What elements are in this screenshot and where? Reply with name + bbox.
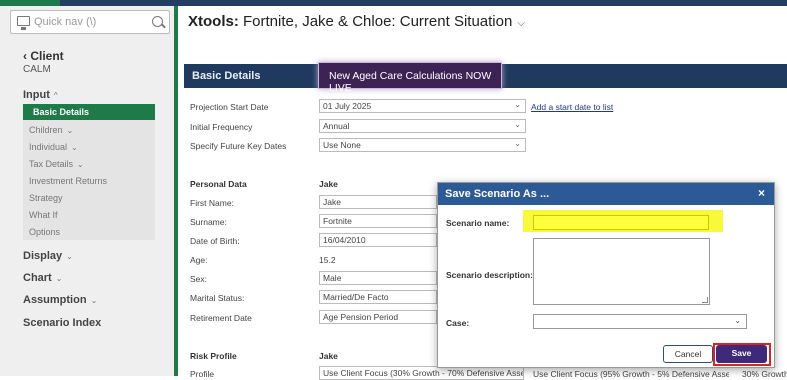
monitor-icon xyxy=(17,16,30,30)
resize-handle-icon[interactable] xyxy=(702,297,708,303)
client-label: Client xyxy=(30,49,64,63)
sidebar-item-children[interactable]: Children ⌄ xyxy=(29,125,73,135)
chevron-down-icon: ⌄ xyxy=(71,143,78,152)
age-label: Age: xyxy=(190,255,208,265)
sidebar-section-display-label: Display xyxy=(23,250,63,262)
retirement-date-select[interactable]: Age Pension Period xyxy=(319,310,437,324)
cancel-button[interactable]: Cancel xyxy=(663,345,713,363)
sidebar-item-children-label: Children xyxy=(29,125,63,135)
chevron-down-icon: ⌄ xyxy=(514,100,521,109)
profile-label: Profile xyxy=(190,369,215,379)
future-key-dates-select[interactable]: Use None ⌄ xyxy=(319,138,526,152)
age-value: 15.2 xyxy=(319,255,336,265)
dialog-header: Save Scenario As ... × xyxy=(438,183,774,205)
client-name: CALM xyxy=(23,64,51,75)
chevron-down-icon: ⌄ xyxy=(514,139,521,148)
sidebar-item-options[interactable]: Options xyxy=(29,227,60,237)
sex-label: Sex: xyxy=(190,274,208,284)
scenario-name-input[interactable] xyxy=(533,215,709,230)
dialog-title: Save Scenario As ... xyxy=(445,188,550,200)
scenario-description-label: Scenario description: xyxy=(446,270,533,280)
profile-select-3[interactable]: 30% Growth xyxy=(742,369,787,379)
first-name-label: First Name: xyxy=(190,198,234,208)
sidebar-section-input[interactable]: Input ^ xyxy=(23,89,58,101)
sidebar-item-basic-details[interactable]: Basic Details xyxy=(23,104,155,120)
initial-frequency-label: Initial Frequency xyxy=(190,122,253,132)
sidebar-section-scenario-index[interactable]: Scenario Index xyxy=(23,317,101,329)
chevron-down-icon: ⌄ xyxy=(66,252,73,261)
client-back-link[interactable]: ‹ Client xyxy=(23,49,64,63)
case-select[interactable]: ⌄ xyxy=(533,314,747,329)
sidebar-section-assumption-label: Assumption xyxy=(23,294,87,306)
marital-status-select[interactable]: Married/De Facto xyxy=(319,290,437,304)
save-scenario-dialog: Save Scenario As ... × Scenario name: Sc… xyxy=(437,182,775,368)
sidebar-item-tax-details-label: Tax Details xyxy=(29,159,74,169)
initial-frequency-select[interactable]: Annual ⌄ xyxy=(319,119,526,133)
person-column-header: Jake xyxy=(319,179,338,189)
risk-person-column-header: Jake xyxy=(319,351,338,361)
retirement-date-label: Retirement Date xyxy=(190,313,252,323)
chevron-down-icon: ⌄ xyxy=(77,160,84,169)
sidebar-section-chart[interactable]: Chart ⌄ xyxy=(23,272,62,284)
page-title[interactable]: Xtools: Fortnite, Jake & Chloe: Current … xyxy=(188,13,525,30)
chevron-down-icon: ⌄ xyxy=(514,120,521,129)
quick-nav-placeholder: Quick nav (\) xyxy=(34,16,97,28)
sidebar-item-what-if[interactable]: What If xyxy=(29,210,58,220)
chevron-down-icon: ⌄ xyxy=(734,316,741,325)
risk-profile-heading: Risk Profile xyxy=(190,351,237,361)
projection-start-value: 01 July 2025 xyxy=(323,101,372,111)
projection-start-select[interactable]: 01 July 2025 ⌄ xyxy=(319,99,526,113)
chevron-up-icon: ^ xyxy=(53,91,58,100)
marital-status-label: Marital Status: xyxy=(190,293,245,303)
close-icon[interactable]: × xyxy=(758,186,765,200)
sidebar-item-individual[interactable]: Individual ⌄ xyxy=(29,142,78,152)
chevron-down-icon: ⌄ xyxy=(55,274,63,283)
sidebar-section-display[interactable]: Display ⌄ xyxy=(23,250,73,262)
sidebar-section-input-label: Input xyxy=(23,89,50,101)
profile-select[interactable]: Use Client Focus (30% Growth - 70% Defen… xyxy=(319,366,524,380)
surname-label: Surname: xyxy=(190,217,227,227)
scenario-title: Fortnite, Jake & Chloe: Current Situatio… xyxy=(243,13,513,30)
app-name: Xtools: xyxy=(188,13,239,30)
sex-select[interactable]: Male xyxy=(319,271,437,285)
personal-data-heading: Personal Data xyxy=(190,179,247,189)
sidebar-item-individual-label: Individual xyxy=(29,142,68,152)
sidebar-item-strategy[interactable]: Strategy xyxy=(29,193,63,203)
chevron-down-icon: ⌄ xyxy=(90,296,98,305)
add-start-date-link[interactable]: Add a start date to list xyxy=(531,102,613,112)
profile-select-2[interactable]: Use Client Focus (95% Growth - 5% Defens… xyxy=(533,369,729,379)
first-name-field[interactable]: Jake xyxy=(319,195,437,209)
case-label: Case: xyxy=(446,318,470,328)
projection-start-label: Projection Start Date xyxy=(190,102,269,112)
save-button[interactable]: Save xyxy=(716,345,767,363)
quick-nav-input[interactable]: Quick nav (\) xyxy=(10,10,170,34)
sidebar-item-tax-details[interactable]: Tax Details ⌄ xyxy=(29,159,84,169)
search-icon[interactable] xyxy=(152,16,163,27)
sidebar-section-assumption[interactable]: Assumption ⌄ xyxy=(23,294,97,306)
surname-field[interactable]: Fortnite xyxy=(319,214,437,228)
section-header-label: Basic Details xyxy=(192,70,261,82)
initial-frequency-value: Annual xyxy=(323,121,350,131)
sidebar-item-investment-returns[interactable]: Investment Returns xyxy=(29,176,107,186)
input-submenu: Basic Details Children ⌄ Individual ⌄ Tax … xyxy=(23,104,155,240)
future-key-dates-value: Use None xyxy=(323,140,361,150)
announcement-banner[interactable]: New Aged Care Calculations NOW LIVE xyxy=(318,62,502,94)
scenario-name-label: Scenario name: xyxy=(446,218,510,228)
sidebar-section-chart-label: Chart xyxy=(23,272,52,284)
sidebar-divider xyxy=(174,6,178,376)
chevron-down-icon: ⌄ xyxy=(66,126,74,135)
dob-label: Date of Birth: xyxy=(190,236,240,246)
dob-field[interactable]: 16/04/2010 xyxy=(319,233,437,247)
scenario-description-textarea[interactable] xyxy=(533,238,710,305)
chevron-down-icon[interactable]: ⌵ xyxy=(517,18,525,29)
future-key-dates-label: Specify Future Key Dates xyxy=(190,141,287,151)
